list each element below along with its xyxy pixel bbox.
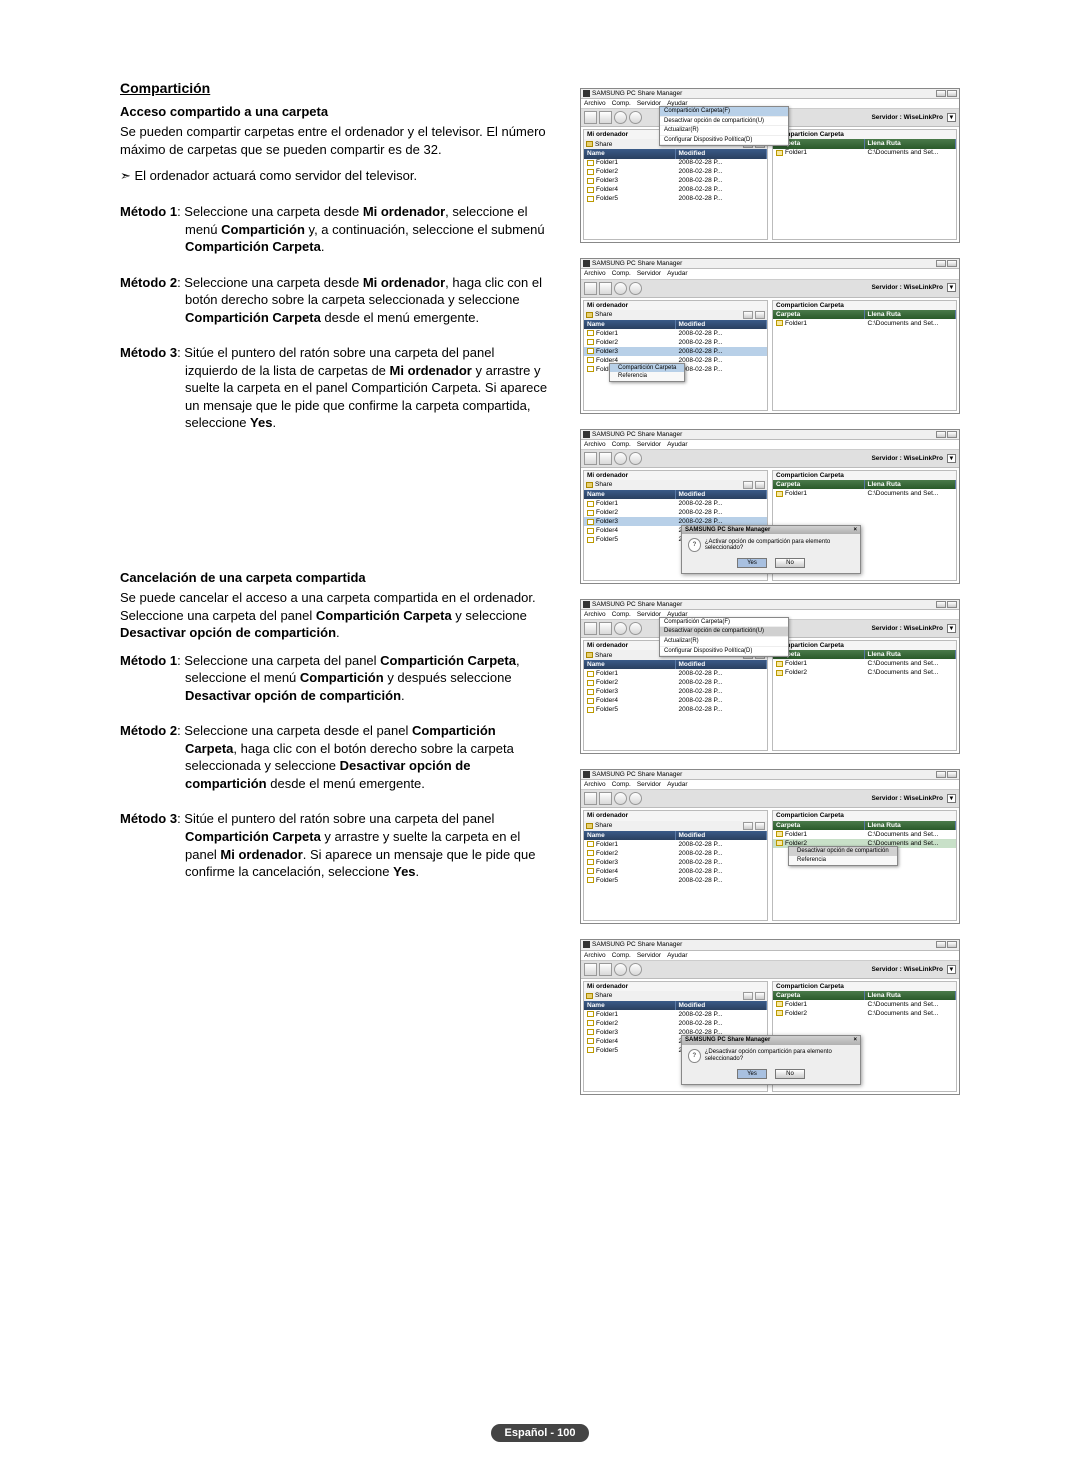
dialog-close-icon[interactable]: × [853,527,857,534]
section1-note: El ordenador actuará como servidor del t… [120,168,550,185]
confirm-cancel-dialog: SAMSUNG PC Share Manager× ?¿Desactivar o… [681,1035,861,1085]
tool-icon-4[interactable] [629,111,642,124]
dropdown-desactivar[interactable]: Desactivar opción de compartición(U) [660,627,788,637]
pane-comparticion: Comparticion Carpeta CarpetaLlena Ruta F… [772,129,957,240]
screenshot-2: SAMSUNG PC Share Manager ArchivoComp.Ser… [580,258,960,413]
page-footer: Español - 100 [0,1424,1080,1442]
titlebar: SAMSUNG PC Share Manager [581,89,959,99]
section-comparticion-title: Compartición [120,80,550,96]
left-text-column: Compartición Acceso compartido a una car… [120,80,550,1095]
minimize-icon[interactable] [936,260,946,267]
question-icon: ? [688,538,701,552]
comp-dropdown: Compartición Carpeta(F) Desactivar opció… [659,617,789,657]
app-logo-icon [583,90,590,97]
app-logo-icon [583,260,590,267]
section2-para: Se puede cancelar el acceso a una carpet… [120,589,550,642]
section-acceso-title: Acceso compartido a una carpeta [120,104,550,119]
app-logo-icon [583,771,590,778]
dropdown-comparticion-carpeta[interactable]: Compartición Carpeta(F) [660,107,788,117]
screenshot-5: SAMSUNG PC Share Manager ArchivoComp.Ser… [580,769,960,924]
screenshot-6: SAMSUNG PC Share Manager ArchivoComp.Ser… [580,939,960,1094]
method-2: Método 2: Seleccione una carpeta desde M… [120,274,550,327]
comp-dropdown: Compartición Carpeta(F) Desactivar opció… [659,106,789,146]
method-3: Método 3: Sitúe el puntero del ratón sob… [120,344,550,432]
no-button[interactable]: No [775,558,805,568]
section1-para: Se pueden compartir carpetas entre el or… [120,123,550,158]
ctx-desactivar[interactable]: Desactivar opción de compartición [789,847,897,856]
cancel-method-2: Método 2: Seleccione una carpeta desde e… [120,722,550,792]
refresh-icon[interactable] [614,111,627,124]
app-logo-icon [583,431,590,438]
screenshot-1: SAMSUNG PC Share Manager Archivo Comp. S… [580,88,960,243]
window-title: SAMSUNG PC Share Manager [592,90,682,97]
folder-icon [586,141,593,147]
right-screenshots-column: SAMSUNG PC Share Manager Archivo Comp. S… [580,80,980,1095]
cancel-method-1: Método 1: Seleccione una carpeta del pan… [120,652,550,705]
tool-icon-1[interactable] [584,111,597,124]
app-logo-icon [583,941,590,948]
app-logo-icon [583,601,590,608]
screenshot-4: SAMSUNG PC Share Manager ArchivoComp.Ser… [580,599,960,754]
menu-comp[interactable]: Comp. [612,100,631,107]
section-cancel-title: Cancelación de una carpeta compartida [120,570,550,585]
menu-archivo[interactable]: Archivo [584,100,606,107]
cancel-method-3: Método 3: Sitúe el puntero del ratón sob… [120,810,550,880]
page-number-pill: Español - 100 [491,1424,590,1442]
close-icon[interactable] [947,260,957,267]
minimize-icon[interactable] [936,90,946,97]
menu-servidor[interactable]: Servidor [637,100,661,107]
no-button[interactable]: No [775,1069,805,1079]
folder-list[interactable]: Folder12008-02-28 P... Folder22008-02-28… [584,159,767,240]
screenshot-3: SAMSUNG PC Share Manager ArchivoComp.Ser… [580,429,960,584]
context-menu: Compartición Carpeta Referencia [609,363,685,382]
dropdown-configurar[interactable]: Configurar Dispositivo Política(D) [660,136,788,146]
dropdown-desactivar[interactable]: Desactivar opción de compartición(U) [660,117,788,127]
chevron-down-icon[interactable]: ▾ [947,113,956,122]
context-menu-cancel: Desactivar opción de compartición Refere… [788,846,898,865]
question-icon: ? [688,1049,701,1063]
server-selector[interactable]: Servidor : WiseLinkPro ▾ [871,114,956,121]
yes-button[interactable]: Yes [737,1069,767,1079]
ctx-referencia[interactable]: Referencia [610,372,684,381]
dropdown-actualizar[interactable]: Actualizar(R) [660,126,788,136]
ctx-comparticion-carpeta[interactable]: Compartición Carpeta [610,364,684,373]
confirm-dialog: SAMSUNG PC Share Manager× ?¿Activar opci… [681,525,861,575]
yes-button[interactable]: Yes [737,558,767,568]
close-icon[interactable] [947,90,957,97]
dialog-close-icon[interactable]: × [853,1037,857,1044]
method-1: Método 1: Seleccione una carpeta desde M… [120,203,550,256]
tool-icon-2[interactable] [599,111,612,124]
